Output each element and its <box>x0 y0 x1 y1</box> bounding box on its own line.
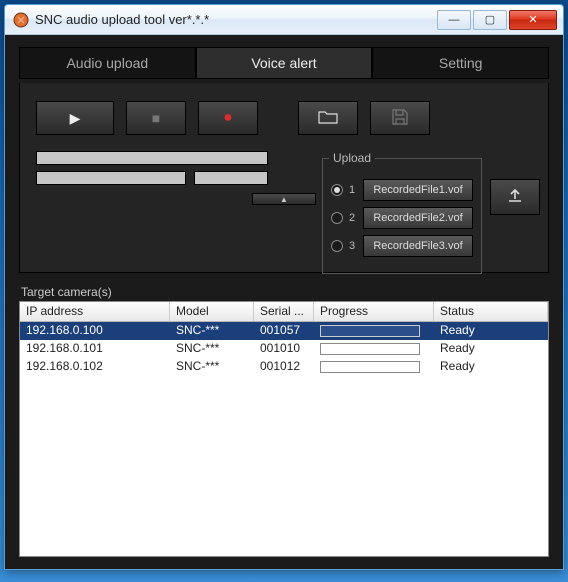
cell-progress <box>314 322 434 340</box>
col-serial[interactable]: Serial ... <box>254 302 314 321</box>
upload-num-2: 2 <box>349 212 357 224</box>
upload-icon <box>506 187 524 208</box>
titlebar[interactable]: SNC audio upload tool ver*.*.* — ▢ ✕ <box>5 5 563 35</box>
cell-ip: 192.168.0.101 <box>20 340 170 358</box>
grid-body: 192.168.0.100 SNC-*** 001057 Ready 192.1… <box>20 322 548 556</box>
tab-bar: Audio upload Voice alert Setting <box>19 47 549 79</box>
minimize-button[interactable]: — <box>437 10 471 30</box>
upload-slot-1: 1 RecordedFile1.vof <box>331 179 473 201</box>
minimize-icon: — <box>449 14 460 26</box>
play-icon: ▶ <box>70 110 81 127</box>
row-progress-bar <box>320 325 420 337</box>
stop-icon: ■ <box>152 110 160 126</box>
col-model[interactable]: Model <box>170 302 254 321</box>
cell-ip: 192.168.0.100 <box>20 322 170 340</box>
cell-serial: 001010 <box>254 340 314 358</box>
tab-label: Audio upload <box>66 55 148 71</box>
col-progress[interactable]: Progress <box>314 302 434 321</box>
cell-status: Ready <box>434 322 548 340</box>
upload-file-label: RecordedFile3.vof <box>373 240 462 252</box>
tab-audio-upload[interactable]: Audio upload <box>19 47 196 79</box>
upload-file-button-3[interactable]: RecordedFile3.vof <box>363 235 473 257</box>
save-icon <box>391 108 409 129</box>
cell-model: SNC-*** <box>170 358 254 376</box>
row-progress-bar <box>320 361 420 373</box>
cell-progress <box>314 358 434 376</box>
tab-label: Setting <box>439 55 483 71</box>
cell-status: Ready <box>434 340 548 358</box>
play-button[interactable]: ▶ <box>36 101 114 135</box>
upload-file-label: RecordedFile2.vof <box>373 212 462 224</box>
client-area: Audio upload Voice alert Setting ▶ ■ ● <box>5 35 563 569</box>
tab-label: Voice alert <box>251 55 316 71</box>
row-progress-bar <box>320 343 420 355</box>
cell-model: SNC-*** <box>170 322 254 340</box>
window-title: SNC audio upload tool ver*.*.* <box>35 12 437 27</box>
upload-file-button-2[interactable]: RecordedFile2.vof <box>363 207 473 229</box>
target-cameras-grid[interactable]: IP address Model Serial ... Progress Sta… <box>19 301 549 557</box>
upload-num-1: 1 <box>349 184 357 196</box>
close-button[interactable]: ✕ <box>509 10 557 30</box>
folder-icon <box>318 109 338 128</box>
upload-radio-2[interactable] <box>331 212 343 224</box>
cell-model: SNC-*** <box>170 340 254 358</box>
upload-legend: Upload <box>329 151 375 165</box>
target-cameras-label: Target camera(s) <box>21 285 549 299</box>
col-status[interactable]: Status <box>434 302 548 321</box>
tab-voice-alert[interactable]: Voice alert <box>196 47 373 79</box>
progress-bar-right[interactable] <box>194 171 268 185</box>
voice-alert-panel: ▶ ■ ● <box>19 83 549 273</box>
cell-ip: 192.168.0.102 <box>20 358 170 376</box>
table-row[interactable]: 192.168.0.100 SNC-*** 001057 Ready <box>20 322 548 340</box>
chevron-up-icon: ▲ <box>280 195 288 204</box>
save-button[interactable] <box>370 101 430 135</box>
collapse-handle[interactable]: ▲ <box>252 193 316 205</box>
upload-group: Upload 1 RecordedFile1.vof 2 RecordedFil… <box>322 151 482 274</box>
transport-row: ▶ ■ ● <box>36 101 532 135</box>
record-button[interactable]: ● <box>198 101 258 135</box>
cell-status: Ready <box>434 358 548 376</box>
col-ip[interactable]: IP address <box>20 302 170 321</box>
tab-setting[interactable]: Setting <box>372 47 549 79</box>
table-row[interactable]: 192.168.0.101 SNC-*** 001010 Ready <box>20 340 548 358</box>
upload-radio-3[interactable] <box>331 240 343 252</box>
cell-serial: 001057 <box>254 322 314 340</box>
stop-button[interactable]: ■ <box>126 101 186 135</box>
grid-header: IP address Model Serial ... Progress Sta… <box>20 302 548 322</box>
window-controls: — ▢ ✕ <box>437 10 557 30</box>
upload-num-3: 3 <box>349 240 357 252</box>
cell-progress <box>314 340 434 358</box>
app-window: SNC audio upload tool ver*.*.* — ▢ ✕ Aud… <box>4 4 564 570</box>
upload-file-button-1[interactable]: RecordedFile1.vof <box>363 179 473 201</box>
progress-bar-left[interactable] <box>36 171 186 185</box>
upload-radio-1[interactable] <box>331 184 343 196</box>
record-icon: ● <box>223 109 233 127</box>
upload-file-label: RecordedFile1.vof <box>373 184 462 196</box>
maximize-button[interactable]: ▢ <box>473 10 507 30</box>
cell-serial: 001012 <box>254 358 314 376</box>
progress-bar-main[interactable] <box>36 151 268 165</box>
close-icon: ✕ <box>528 13 537 26</box>
upload-slot-2: 2 RecordedFile2.vof <box>331 207 473 229</box>
app-icon <box>13 12 29 28</box>
open-folder-button[interactable] <box>298 101 358 135</box>
maximize-icon: ▢ <box>485 13 495 26</box>
upload-button[interactable] <box>490 179 540 215</box>
table-row[interactable]: 192.168.0.102 SNC-*** 001012 Ready <box>20 358 548 376</box>
upload-slot-3: 3 RecordedFile3.vof <box>331 235 473 257</box>
